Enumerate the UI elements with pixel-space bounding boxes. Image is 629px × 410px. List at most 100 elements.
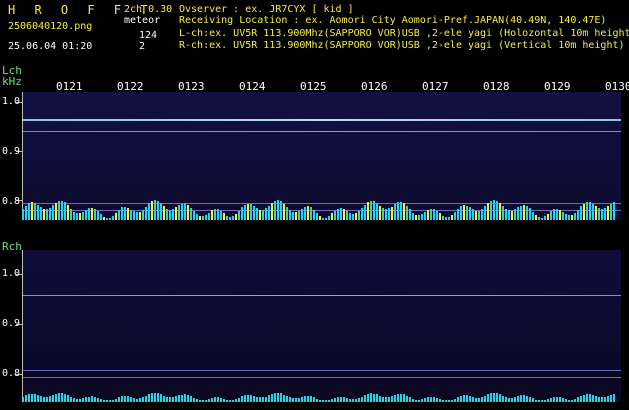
left-activity-bars xyxy=(22,188,621,220)
activity-bar xyxy=(259,397,261,402)
activity-bar xyxy=(526,396,528,402)
activity-bar xyxy=(298,211,300,220)
activity-bar xyxy=(388,208,390,220)
activity-bar xyxy=(127,208,129,220)
activity-bar xyxy=(106,400,108,402)
activity-bar xyxy=(607,206,609,220)
activity-bar xyxy=(337,397,339,402)
activity-bar xyxy=(493,393,495,402)
activity-bar xyxy=(280,393,282,402)
activity-bar xyxy=(322,218,324,220)
activity-bar xyxy=(46,209,48,220)
activity-bar xyxy=(514,397,516,402)
activity-bar xyxy=(442,400,444,402)
activity-bar xyxy=(535,215,537,220)
activity-bar xyxy=(400,202,402,220)
activity-bar xyxy=(547,214,549,220)
activity-bar xyxy=(49,208,51,220)
activity-bar xyxy=(37,395,39,402)
activity-bar xyxy=(52,395,54,402)
activity-bar xyxy=(223,399,225,402)
activity-bar xyxy=(508,210,510,220)
activity-bar xyxy=(295,212,297,220)
activity-bar xyxy=(490,393,492,402)
activity-bar xyxy=(409,397,411,402)
activity-bar xyxy=(367,394,369,402)
activity-bar xyxy=(610,204,612,220)
activity-bar xyxy=(355,213,357,220)
activity-bar xyxy=(454,399,456,402)
activity-bar xyxy=(541,218,543,220)
activity-bar xyxy=(280,201,282,220)
activity-bar xyxy=(505,209,507,220)
activity-bar xyxy=(124,207,126,220)
activity-bar xyxy=(382,397,384,402)
activity-bar xyxy=(562,212,564,220)
time-tick-0130: 0130 xyxy=(605,80,629,93)
activity-bar xyxy=(580,396,582,402)
activity-bar xyxy=(85,397,87,402)
activity-bar xyxy=(205,400,207,402)
activity-bar xyxy=(385,209,387,220)
activity-bar xyxy=(304,396,306,402)
time-tick-0122: 0122 xyxy=(117,80,144,93)
right-channel-spectrogram xyxy=(16,250,621,402)
activity-bar xyxy=(403,394,405,402)
activity-bar xyxy=(556,209,558,220)
activity-bar xyxy=(349,399,351,402)
activity-bar xyxy=(457,397,459,402)
activity-bar xyxy=(340,208,342,220)
activity-bar xyxy=(331,213,333,220)
activity-bar xyxy=(412,399,414,402)
activity-bar xyxy=(496,201,498,220)
activity-bar xyxy=(508,398,510,402)
activity-bar xyxy=(460,206,462,220)
activity-bar xyxy=(151,393,153,402)
activity-bar xyxy=(70,397,72,402)
activity-bar xyxy=(88,208,90,220)
activity-bar xyxy=(211,210,213,220)
left-channel-unit: kHz xyxy=(2,75,22,88)
activity-bar xyxy=(583,204,585,220)
activity-bar xyxy=(406,206,408,220)
activity-bar xyxy=(190,208,192,220)
activity-bar xyxy=(193,398,195,402)
activity-bar xyxy=(229,400,231,402)
activity-bar xyxy=(397,202,399,220)
activity-bar xyxy=(265,397,267,402)
activity-bar xyxy=(487,394,489,402)
activity-bar xyxy=(580,206,582,220)
activity-bar xyxy=(403,203,405,220)
activity-bar xyxy=(82,212,84,220)
activity-bar xyxy=(286,207,288,220)
activity-bar xyxy=(214,397,216,402)
activity-bar xyxy=(34,203,36,220)
activity-bar xyxy=(325,400,327,402)
activity-bar xyxy=(568,215,570,220)
activity-bar xyxy=(277,393,279,402)
activity-bar xyxy=(421,214,423,220)
activity-bar xyxy=(463,205,465,220)
activity-bar xyxy=(583,395,585,402)
left-trace-secondary xyxy=(22,131,621,132)
activity-bar xyxy=(133,211,135,220)
activity-bar xyxy=(154,200,156,220)
activity-bar xyxy=(529,397,531,402)
activity-bar xyxy=(178,205,180,220)
activity-bar xyxy=(274,201,276,220)
activity-bar xyxy=(88,397,90,402)
activity-bar xyxy=(385,397,387,402)
activity-bar xyxy=(439,213,441,220)
activity-bar xyxy=(505,397,507,402)
activity-bar xyxy=(97,211,99,220)
activity-bar xyxy=(328,216,330,220)
activity-bar xyxy=(298,398,300,402)
activity-bar xyxy=(130,210,132,220)
activity-bar xyxy=(61,393,63,402)
activity-bar xyxy=(28,394,30,402)
activity-bar xyxy=(199,216,201,220)
activity-bar xyxy=(565,399,567,402)
activity-bar xyxy=(283,395,285,402)
activity-bar xyxy=(223,213,225,220)
activity-bar xyxy=(607,396,609,402)
